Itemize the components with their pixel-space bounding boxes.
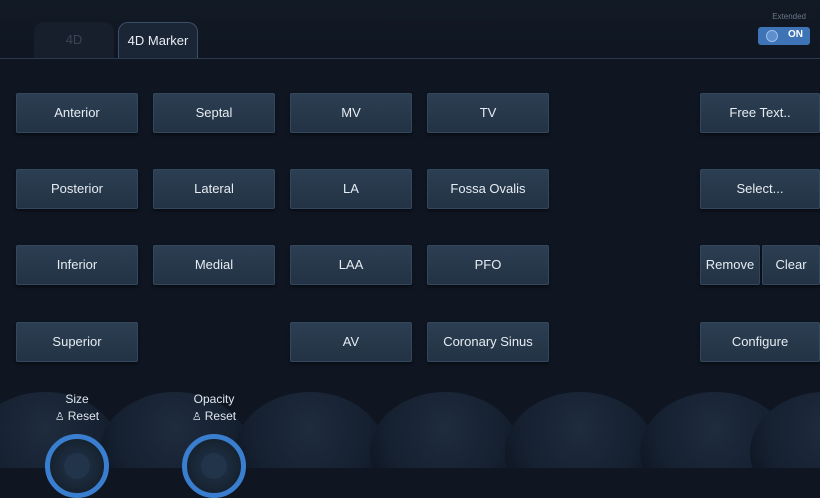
- opacity-knob-label: Opacity: [193, 392, 235, 406]
- extended-state: ON: [788, 29, 803, 40]
- marker-pfo-button[interactable]: PFO: [427, 245, 549, 285]
- marker-posterior-button[interactable]: Posterior: [16, 169, 138, 209]
- size-reset-label: Reset: [67, 409, 100, 423]
- opacity-reset[interactable]: ♙ Reset: [164, 409, 264, 423]
- opacity-knob[interactable]: [182, 434, 246, 498]
- marker-mv-button[interactable]: MV: [290, 93, 412, 133]
- extended-toggle[interactable]: ON: [758, 27, 810, 45]
- person-icon: ♙: [191, 411, 202, 423]
- select-button[interactable]: Select...: [700, 169, 820, 209]
- free-text-button[interactable]: Free Text..: [700, 93, 820, 133]
- opacity-knob-center: [201, 453, 227, 479]
- remove-button[interactable]: Remove: [700, 245, 760, 285]
- marker-superior-button[interactable]: Superior: [16, 322, 138, 362]
- marker-anterior-button[interactable]: Anterior: [16, 93, 138, 133]
- size-knob[interactable]: [45, 434, 109, 498]
- marker-la-button[interactable]: LA: [290, 169, 412, 209]
- globe-icon: [766, 30, 778, 42]
- marker-tv-button[interactable]: TV: [427, 93, 549, 133]
- marker-lateral-button[interactable]: Lateral: [153, 169, 275, 209]
- marker-av-button[interactable]: AV: [290, 322, 412, 362]
- marker-coronary-sinus-button[interactable]: Coronary Sinus: [427, 322, 549, 362]
- tab-4d[interactable]: 4D: [34, 22, 114, 58]
- marker-septal-button[interactable]: Septal: [153, 93, 275, 133]
- tab-divider: [0, 58, 820, 59]
- clear-button[interactable]: Clear: [762, 245, 820, 285]
- person-icon: ♙: [54, 411, 65, 423]
- size-reset[interactable]: ♙ Reset: [27, 409, 127, 423]
- marker-laa-button[interactable]: LAA: [290, 245, 412, 285]
- extended-label: Extended: [772, 12, 806, 21]
- marker-inferior-button[interactable]: Inferior: [16, 245, 138, 285]
- opacity-reset-label: Reset: [204, 409, 237, 423]
- marker-fossa-ovalis-button[interactable]: Fossa Ovalis: [427, 169, 549, 209]
- tab-4d-marker[interactable]: 4D Marker: [118, 22, 198, 58]
- marker-medial-button[interactable]: Medial: [153, 245, 275, 285]
- size-knob-label: Size: [65, 392, 89, 406]
- configure-button[interactable]: Configure: [700, 322, 820, 362]
- size-knob-center: [64, 453, 90, 479]
- tab-bar: 4D 4D Marker Extended ON: [0, 0, 820, 62]
